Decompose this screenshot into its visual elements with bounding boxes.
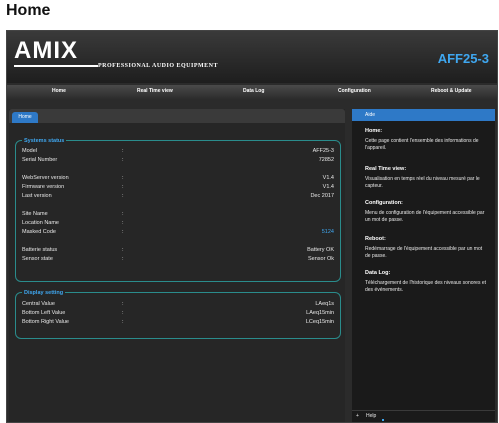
row-separator: : bbox=[122, 211, 124, 217]
row-value: LAeq1s bbox=[315, 301, 334, 307]
row-label: WebServer version bbox=[22, 175, 69, 181]
help-text: Menu de configuration de l'équipement ac… bbox=[365, 210, 485, 223]
row-separator: : bbox=[122, 247, 124, 253]
row-separator: : bbox=[122, 184, 124, 190]
row-label: Bottom Left Value bbox=[22, 310, 66, 316]
display-row-central: Central Value : LAeq1s bbox=[22, 300, 334, 308]
row-separator: : bbox=[122, 319, 124, 325]
help-section-configuration: Configuration: Menu de configuration de … bbox=[365, 199, 489, 224]
main-content: Home Systems status Model : AFF25-3 Seri… bbox=[9, 109, 345, 422]
system-status-title: Systems status bbox=[22, 137, 67, 145]
row-value: V1.4 bbox=[322, 175, 334, 181]
system-status-panel: Systems status Model : AFF25-3 Serial Nu… bbox=[15, 137, 341, 282]
help-heading: Configuration: bbox=[365, 200, 403, 206]
help-heading: Home: bbox=[365, 128, 383, 134]
help-sidebar: Aide Home: Cette page contient l'ensembl… bbox=[352, 109, 495, 422]
row-value: AFF25-3 bbox=[312, 148, 334, 154]
nav-real-time-view[interactable]: Real Time view bbox=[137, 88, 173, 94]
status-row-battery: Batterie status : Battery OK bbox=[22, 246, 334, 254]
row-separator: : bbox=[122, 175, 124, 181]
row-label: Batterie status bbox=[22, 247, 58, 253]
status-row-webserver: WebServer version : V1.4 bbox=[22, 174, 334, 182]
help-sidebar-title: Aide bbox=[352, 109, 495, 121]
nav-data-log[interactable]: Data Log bbox=[243, 88, 264, 94]
row-label: Last version bbox=[22, 193, 52, 199]
row-separator: : bbox=[122, 148, 124, 154]
help-text: Cette page contient l'ensemble des infor… bbox=[365, 138, 479, 151]
row-separator: : bbox=[122, 220, 124, 226]
logo-tagline: PROFESSIONAL AUDIO EQUIPMENT bbox=[98, 63, 219, 69]
row-separator: : bbox=[122, 157, 124, 163]
display-setting-title: Display setting bbox=[22, 289, 66, 297]
row-value: V1.4 bbox=[322, 184, 334, 190]
status-row-site-name: Site Name : bbox=[22, 210, 334, 218]
row-label: Serial Number bbox=[22, 157, 58, 163]
help-heading: Data Log: bbox=[365, 270, 391, 276]
help-text: Visualisation en temps réel du niveau me… bbox=[365, 176, 480, 189]
help-section-reboot: Reboot: Redémarrage de l'équipement acce… bbox=[365, 235, 489, 260]
help-heading: Real Time view: bbox=[365, 166, 407, 172]
amix-logo: AMIX bbox=[14, 37, 78, 64]
page-heading: Home bbox=[6, 2, 51, 19]
help-section-home: Home: Cette page contient l'ensemble des… bbox=[365, 127, 489, 152]
row-separator: : bbox=[122, 229, 124, 235]
masked-code-link[interactable]: 5124 bbox=[322, 228, 334, 236]
status-row-sensor: Sensor state : Sensor Ok bbox=[22, 255, 334, 263]
status-row-model: Model : AFF25-3 bbox=[22, 147, 334, 155]
help-text: Redémarrage de l'équipement accessible p… bbox=[365, 246, 483, 259]
header-bar: AMIX PROFESSIONAL AUDIO EQUIPMENT AFF25-… bbox=[7, 31, 497, 83]
row-label: Location Name bbox=[22, 220, 59, 226]
row-value: Dec 2017 bbox=[310, 193, 334, 199]
display-row-bottom-right: Bottom Right Value : LCeq15min bbox=[22, 318, 334, 326]
row-separator: : bbox=[122, 193, 124, 199]
device-web-interface: AMIX PROFESSIONAL AUDIO EQUIPMENT AFF25-… bbox=[6, 30, 498, 423]
status-row-masked-code: Masked Code : 5124 bbox=[22, 228, 334, 236]
row-label: Bottom Right Value bbox=[22, 319, 69, 325]
row-value: LCeq15min bbox=[305, 319, 334, 325]
row-value: Battery OK bbox=[307, 247, 334, 253]
logo-underline bbox=[14, 65, 98, 67]
status-row-serial: Serial Number : 72852 bbox=[22, 156, 334, 164]
row-label: Model bbox=[22, 148, 37, 154]
help-heading: Reboot: bbox=[365, 236, 386, 242]
row-label: Site Name bbox=[22, 211, 48, 217]
tab-home[interactable]: Home bbox=[12, 112, 38, 123]
plus-icon: + bbox=[356, 413, 359, 419]
help-toggle[interactable]: + Help bbox=[352, 410, 495, 422]
display-setting-panel: Display setting Central Value : LAeq1s B… bbox=[15, 289, 341, 339]
row-separator: : bbox=[122, 310, 124, 316]
help-text: Téléchargement de l'historique des nivea… bbox=[365, 280, 487, 293]
tab-strip: Home bbox=[9, 109, 345, 123]
help-section-data-log: Data Log: Téléchargement de l'historique… bbox=[365, 269, 489, 294]
help-section-real-time-view: Real Time view: Visualisation en temps r… bbox=[365, 165, 489, 190]
nav-home[interactable]: Home bbox=[52, 88, 66, 94]
main-navigation: Home Real Time view Data Log Configurati… bbox=[7, 85, 497, 99]
row-value: 72852 bbox=[318, 157, 334, 163]
row-label: Masked Code bbox=[22, 229, 56, 235]
row-label: Sensor state bbox=[22, 256, 53, 262]
help-toggle-label: Help bbox=[366, 413, 377, 419]
status-row-firmware: Firmware version : V1.4 bbox=[22, 183, 334, 191]
row-label: Firmware version bbox=[22, 184, 65, 190]
row-separator: : bbox=[122, 301, 124, 307]
display-row-bottom-left: Bottom Left Value : LAeq15min bbox=[22, 309, 334, 317]
nav-reboot-update[interactable]: Reboot & Update bbox=[431, 88, 472, 94]
status-row-last-version: Last version : Dec 2017 bbox=[22, 192, 334, 200]
row-label: Central Value bbox=[22, 301, 55, 307]
row-value: Sensor Ok bbox=[308, 256, 334, 262]
status-row-location-name: Location Name : bbox=[22, 219, 334, 227]
nav-configuration[interactable]: Configuration bbox=[338, 88, 371, 94]
row-separator: : bbox=[122, 256, 124, 262]
device-name: AFF25-3 bbox=[437, 51, 489, 66]
row-value: LAeq15min bbox=[306, 310, 334, 316]
